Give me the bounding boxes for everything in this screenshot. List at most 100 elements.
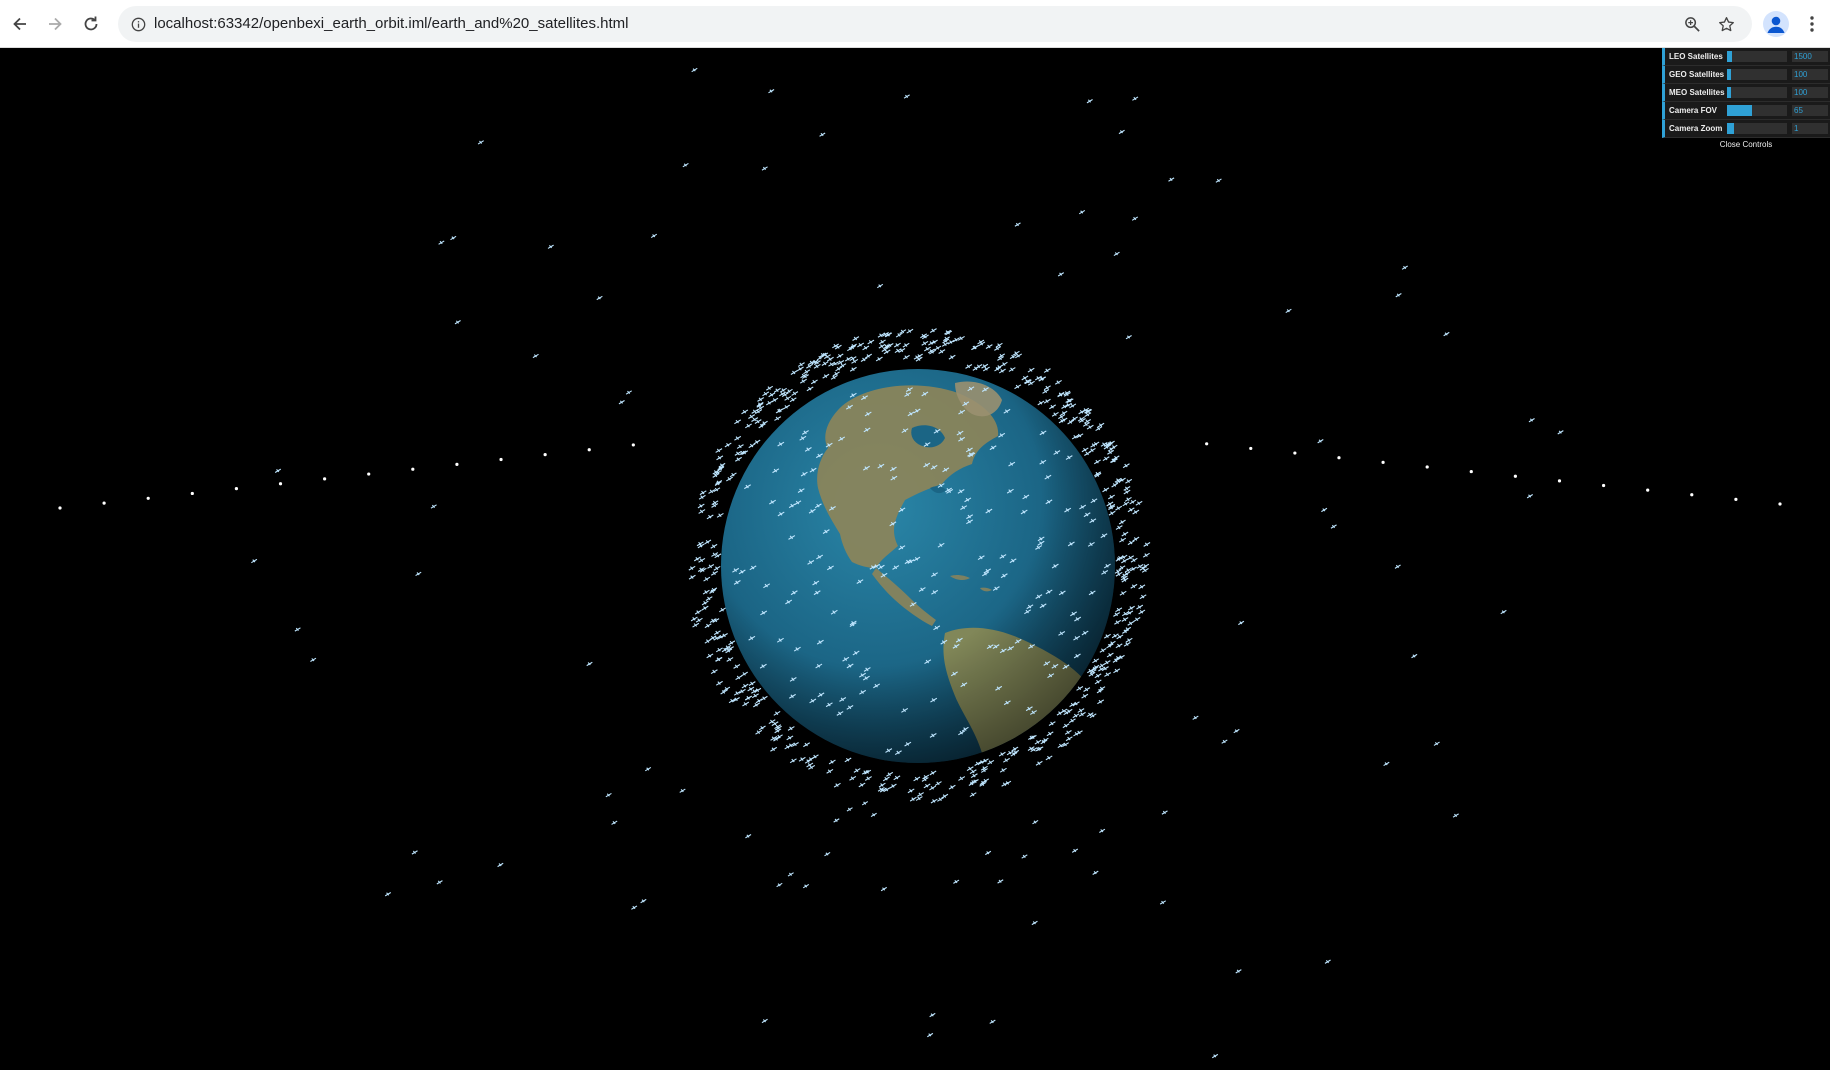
satellite xyxy=(1233,728,1240,734)
reload-button[interactable] xyxy=(76,9,106,39)
camera-fov-slider[interactable] xyxy=(1727,105,1787,116)
satellite xyxy=(715,448,723,453)
satellite xyxy=(875,356,883,362)
satellite xyxy=(929,785,937,791)
satellite xyxy=(741,671,748,677)
browser-menu-button[interactable] xyxy=(1799,9,1825,39)
satellite xyxy=(757,397,765,402)
satellite xyxy=(836,353,844,359)
earth-orbit-canvas[interactable] xyxy=(0,48,1830,1070)
close-controls-button[interactable]: Close Controls xyxy=(1662,138,1830,152)
zoom-icon[interactable] xyxy=(1680,12,1704,36)
satellite xyxy=(941,793,949,799)
leo-satellites-slider[interactable] xyxy=(1727,51,1787,62)
satellite xyxy=(454,320,461,325)
satellite xyxy=(1130,557,1138,563)
satellite xyxy=(1111,482,1119,488)
geo-satellite xyxy=(146,496,150,500)
camera-zoom-slider[interactable] xyxy=(1727,123,1787,134)
satellite xyxy=(754,419,762,424)
satellite xyxy=(858,782,866,788)
forward-button[interactable] xyxy=(40,9,70,39)
satellite xyxy=(1114,619,1122,625)
meo-satellites-slider[interactable] xyxy=(1727,87,1787,98)
satellite xyxy=(1125,334,1132,340)
satellite xyxy=(1118,129,1125,135)
satellite xyxy=(1081,693,1089,699)
satellite xyxy=(695,617,703,623)
satellite xyxy=(1021,375,1029,381)
satellite xyxy=(751,693,759,699)
geo-satellite xyxy=(58,506,62,510)
satellite xyxy=(1557,430,1564,435)
satellite xyxy=(773,710,781,716)
satellite xyxy=(741,409,749,415)
satellite xyxy=(701,605,709,611)
satellite xyxy=(1083,687,1091,692)
satellite xyxy=(704,623,712,629)
satellite xyxy=(923,783,931,789)
satellite xyxy=(596,295,603,301)
satellite xyxy=(1142,552,1150,558)
satellite xyxy=(1115,643,1123,649)
profile-avatar[interactable] xyxy=(1763,11,1789,37)
address-bar[interactable]: localhost:63342/openbexi_earth_orbit.iml… xyxy=(118,6,1752,42)
satellite xyxy=(1235,969,1242,974)
satellite xyxy=(1123,489,1131,495)
geo-satellites-slider[interactable] xyxy=(1727,69,1787,80)
satellite xyxy=(755,698,763,704)
satellite xyxy=(715,647,723,653)
satellite xyxy=(1042,389,1050,394)
site-info-icon[interactable] xyxy=(126,12,150,36)
leo-satellites-value-field[interactable] xyxy=(1792,51,1828,62)
back-button[interactable] xyxy=(5,9,35,39)
bookmark-star-icon[interactable] xyxy=(1714,12,1738,36)
satellite xyxy=(734,435,742,441)
satellite xyxy=(1057,272,1065,277)
satellite xyxy=(1121,531,1129,537)
satellite xyxy=(789,758,797,764)
satellite xyxy=(852,336,860,341)
satellite xyxy=(930,798,938,804)
satellite xyxy=(1113,251,1120,257)
satellite xyxy=(907,788,915,794)
satellite xyxy=(758,725,766,731)
geo-satellite xyxy=(1513,474,1517,478)
satellite xyxy=(384,892,392,897)
geo-satellite xyxy=(234,486,239,491)
geo-satellite xyxy=(543,453,547,457)
camera-fov-value-field[interactable] xyxy=(1792,105,1828,116)
earth-globe[interactable] xyxy=(721,369,1115,813)
satellite xyxy=(775,734,783,740)
geo-satellite xyxy=(1205,442,1209,446)
satellite xyxy=(701,600,709,606)
satellite xyxy=(965,364,973,369)
satellite xyxy=(864,776,872,781)
satellite xyxy=(1143,542,1151,547)
satellite xyxy=(846,807,853,812)
geo-satellite xyxy=(278,482,283,486)
satellite xyxy=(929,328,937,333)
satellite xyxy=(742,701,750,707)
satellite xyxy=(867,339,875,345)
satellite xyxy=(1078,409,1086,415)
satellite xyxy=(1122,463,1130,469)
control-label: LEO Satellites xyxy=(1669,52,1723,61)
satellite xyxy=(1221,739,1228,744)
geo-satellite xyxy=(1425,465,1429,469)
satellite xyxy=(860,357,868,362)
geo-satellite xyxy=(1734,497,1738,501)
geo-satellites-value-field[interactable] xyxy=(1792,69,1828,80)
satellite xyxy=(1121,617,1129,622)
satellite xyxy=(729,472,737,478)
satellite xyxy=(889,783,897,789)
satellite xyxy=(436,880,443,885)
geo-satellite xyxy=(1778,502,1782,506)
satellite xyxy=(755,729,763,735)
camera-zoom-value-field[interactable] xyxy=(1792,123,1828,134)
satellite xyxy=(704,539,712,545)
satellite xyxy=(938,349,946,354)
satellite xyxy=(1099,828,1106,833)
satellite xyxy=(804,758,812,764)
meo-satellites-value-field[interactable] xyxy=(1792,87,1828,98)
